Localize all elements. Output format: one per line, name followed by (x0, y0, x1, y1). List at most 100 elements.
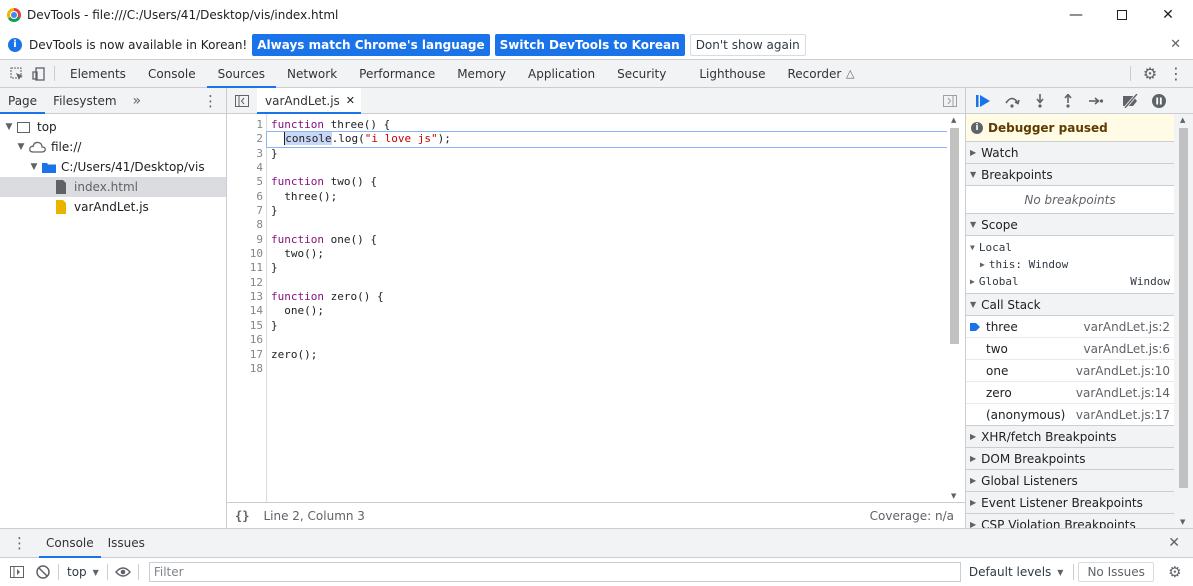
tab-page[interactable]: Page (0, 88, 46, 114)
tree-node-file-index[interactable]: index.html (0, 177, 226, 197)
tab-memory[interactable]: Memory (446, 60, 517, 87)
line-number[interactable]: 12 (227, 276, 266, 290)
more-tabs-icon[interactable]: » (125, 88, 150, 113)
deactivate-breakpoints-icon[interactable] (1117, 93, 1145, 108)
section-breakpoints[interactable]: ▼ Breakpoints (966, 164, 1174, 186)
clear-console-icon[interactable] (32, 558, 54, 586)
line-number[interactable]: 4 (227, 161, 266, 175)
line-number[interactable]: 15 (227, 319, 266, 333)
toggle-debugger-icon[interactable] (935, 88, 965, 113)
scope-this[interactable]: ▶ this: Window (966, 256, 1174, 273)
tree-node-file-js[interactable]: varAndLet.js (0, 197, 226, 217)
code-area[interactable]: function three() { console.log("i love j… (266, 114, 948, 502)
resume-icon[interactable] (970, 94, 998, 108)
tab-application[interactable]: Application (517, 60, 606, 87)
tab-sources[interactable]: Sources (206, 60, 277, 88)
line-number[interactable]: 11 (227, 261, 266, 275)
line-number[interactable]: 10 (227, 247, 266, 261)
line-number[interactable]: 9 (227, 233, 266, 247)
scrollbar-thumb[interactable] (1179, 128, 1188, 488)
dont-show-again-button[interactable]: Don't show again (689, 33, 806, 56)
scope-global[interactable]: ▶ Global Window (966, 273, 1174, 290)
tab-elements[interactable]: Elements (59, 60, 137, 87)
log-levels-dropdown[interactable]: Default levels ▼ (969, 565, 1064, 579)
line-number[interactable]: 7 (227, 204, 266, 218)
line-number[interactable]: 8 (227, 218, 266, 232)
line-number[interactable]: 16 (227, 333, 266, 347)
live-expression-eye-icon[interactable] (112, 558, 134, 586)
issues-counter-button[interactable]: No Issues (1078, 562, 1154, 582)
switch-to-korean-button[interactable]: Switch DevTools to Korean (494, 33, 685, 56)
line-number[interactable]: 14 (227, 304, 266, 318)
frame-location[interactable]: varAndLet.js:6 (1084, 342, 1170, 356)
sidebar-scrollbar[interactable]: ▲ ▼ (1174, 114, 1193, 528)
close-drawer-icon[interactable]: ✕ (1155, 529, 1193, 557)
line-number[interactable]: 6 (227, 190, 266, 204)
more-options-icon[interactable]: ⋮ (1165, 60, 1187, 87)
step-over-icon[interactable] (998, 94, 1026, 108)
infobar-close-icon[interactable]: ✕ (1170, 37, 1181, 52)
section-scope[interactable]: ▼ Scope (966, 214, 1174, 236)
context-selector[interactable]: top ▼ (63, 565, 103, 579)
section-csp-breakpoints[interactable]: ▶ CSP Violation Breakpoints (966, 514, 1174, 528)
line-number[interactable]: 13 (227, 290, 266, 304)
tab-lighthouse[interactable]: Lighthouse (688, 60, 776, 87)
line-number[interactable]: 18 (227, 362, 266, 376)
section-event-listener-breakpoints[interactable]: ▶ Event Listener Breakpoints (966, 492, 1174, 514)
step-out-icon[interactable] (1054, 93, 1082, 108)
tab-filesystem[interactable]: Filesystem (45, 88, 124, 113)
close-window-button[interactable]: ✕ (1145, 0, 1191, 30)
always-match-language-button[interactable]: Always match Chrome's language (252, 33, 490, 56)
console-settings-gear-icon[interactable]: ⚙ (1164, 558, 1186, 586)
section-dom-breakpoints[interactable]: ▶ DOM Breakpoints (966, 448, 1174, 470)
device-toolbar-icon[interactable] (28, 60, 50, 87)
frame-location[interactable]: varAndLet.js:14 (1076, 386, 1170, 400)
section-call-stack[interactable]: ▼ Call Stack (966, 294, 1174, 316)
frame-location[interactable]: varAndLet.js:17 (1076, 408, 1170, 422)
line-number[interactable]: 1 (227, 118, 266, 132)
step-icon[interactable] (1082, 95, 1110, 107)
call-frame-active[interactable]: three varAndLet.js:2 (966, 316, 1174, 338)
tab-performance[interactable]: Performance (348, 60, 446, 87)
tab-recorder[interactable]: Recorder (777, 60, 845, 87)
scroll-down-icon[interactable]: ▼ (1180, 518, 1185, 526)
show-sidebar-icon[interactable] (6, 558, 28, 586)
minimize-button[interactable]: — (1053, 0, 1099, 30)
settings-gear-icon[interactable]: ⚙ (1139, 60, 1161, 87)
scroll-down-icon[interactable]: ▼ (951, 492, 956, 500)
call-frame[interactable]: one varAndLet.js:10 (966, 360, 1174, 382)
tree-node-folder[interactable]: ▼ C:/Users/41/Desktop/vis (0, 157, 226, 177)
drawer-tab-issues[interactable]: Issues (101, 529, 152, 557)
tab-console[interactable]: Console (137, 60, 207, 87)
step-into-icon[interactable] (1026, 93, 1054, 108)
scrollbar-thumb[interactable] (950, 128, 959, 344)
tab-security[interactable]: Security (606, 60, 688, 87)
tree-node-top[interactable]: ▼ top (0, 117, 226, 137)
editor-scrollbar[interactable]: ▲ ▼ (947, 114, 963, 502)
pretty-print-button[interactable]: {} (235, 509, 249, 523)
toggle-navigator-icon[interactable] (227, 88, 257, 113)
tree-node-origin[interactable]: ▼ file:// (0, 137, 226, 157)
drawer-tab-console[interactable]: Console (39, 529, 101, 558)
section-global-listeners[interactable]: ▶ Global Listeners (966, 470, 1174, 492)
scope-local[interactable]: ▼ Local (966, 239, 1174, 256)
drawer-menu-icon[interactable]: ⋮ (0, 529, 39, 557)
line-number[interactable]: 17 (227, 348, 266, 362)
pause-on-exceptions-icon[interactable] (1145, 93, 1173, 108)
scroll-up-icon[interactable]: ▲ (951, 116, 956, 124)
line-number[interactable]: 3 (227, 147, 266, 161)
editor-tab-varandlet[interactable]: varAndLet.js ✕ (257, 88, 362, 114)
navigator-menu-icon[interactable]: ⋮ (195, 88, 226, 113)
section-xhr-breakpoints[interactable]: ▶ XHR/fetch Breakpoints (966, 426, 1174, 448)
close-tab-icon[interactable]: ✕ (346, 94, 355, 107)
line-number[interactable]: 5 (227, 175, 266, 189)
call-frame[interactable]: zero varAndLet.js:14 (966, 382, 1174, 404)
frame-location[interactable]: varAndLet.js:2 (1084, 320, 1170, 334)
frame-location[interactable]: varAndLet.js:10 (1076, 364, 1170, 378)
scroll-up-icon[interactable]: ▲ (1180, 116, 1185, 124)
maximize-button[interactable] (1099, 0, 1145, 30)
console-filter-input[interactable]: Filter (148, 562, 961, 582)
line-number[interactable]: 2 (227, 132, 266, 146)
tab-network[interactable]: Network (276, 60, 348, 87)
inspect-element-icon[interactable] (6, 60, 28, 87)
